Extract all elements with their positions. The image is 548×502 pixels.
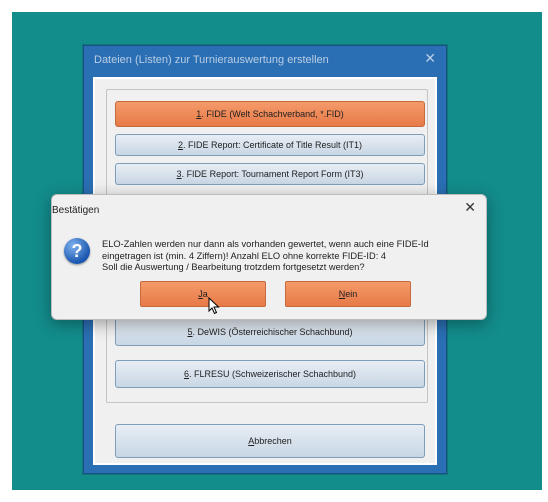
dialog-close-icon[interactable]: ✕	[464, 199, 476, 216]
button-label: ein	[345, 289, 358, 299]
button-label: . FLRESU (Schweizerischer Schachbund)	[188, 369, 357, 379]
window-title: Dateien (Listen) zur Turnierauswertung e…	[94, 54, 329, 66]
question-icon: ?	[64, 238, 90, 264]
message-line: Soll die Auswertung / Bearbeitung trotzd…	[102, 262, 365, 272]
button-label: . FIDE (Welt Schachverband, *.FID)	[201, 109, 344, 119]
window-close-icon[interactable]: ✕	[424, 50, 436, 67]
confirm-dialog: Bestätigen ✕ ? ELO-Zahlen werden nur dan…	[51, 194, 487, 320]
flresu-export-button[interactable]: 6. FLRESU (Schweizerischer Schachbund)	[115, 360, 425, 388]
button-label: . DeWIS (Österreichischer Schachbund)	[192, 327, 353, 337]
fide-export-button[interactable]: 1. FIDE (Welt Schachverband, *.FID)	[115, 101, 425, 127]
dewis-export-button[interactable]: 5. DeWIS (Österreichischer Schachbund)	[115, 318, 425, 346]
fide-it1-report-button[interactable]: 2. FIDE Report: Certificate of Title Res…	[115, 134, 425, 156]
button-label: . FIDE Report: Tournament Report Form (I…	[181, 169, 364, 179]
fide-it3-report-button[interactable]: 3. FIDE Report: Tournament Report Form (…	[115, 163, 425, 185]
yes-button[interactable]: Ja	[140, 281, 266, 307]
dialog-title: Bestätigen	[52, 205, 100, 216]
cancel-button[interactable]: Abbrechen	[115, 424, 425, 458]
no-button[interactable]: Nein	[285, 281, 411, 307]
button-label: a	[202, 289, 208, 299]
message-line: ELO-Zahlen werden nur dann als vorhanden…	[102, 239, 429, 249]
button-label: . FIDE Report: Certificate of Title Resu…	[182, 140, 363, 150]
window-titlebar: Dateien (Listen) zur Turnierauswertung e…	[84, 46, 446, 76]
pointer-arrow-icon	[208, 296, 220, 315]
message-line: eingetragen ist (min. 4 Ziffern)! Anzahl…	[102, 250, 387, 261]
dialog-message: ELO-Zahlen werden nur dann als vorhanden…	[102, 239, 482, 274]
button-label: bbrechen	[254, 436, 292, 446]
